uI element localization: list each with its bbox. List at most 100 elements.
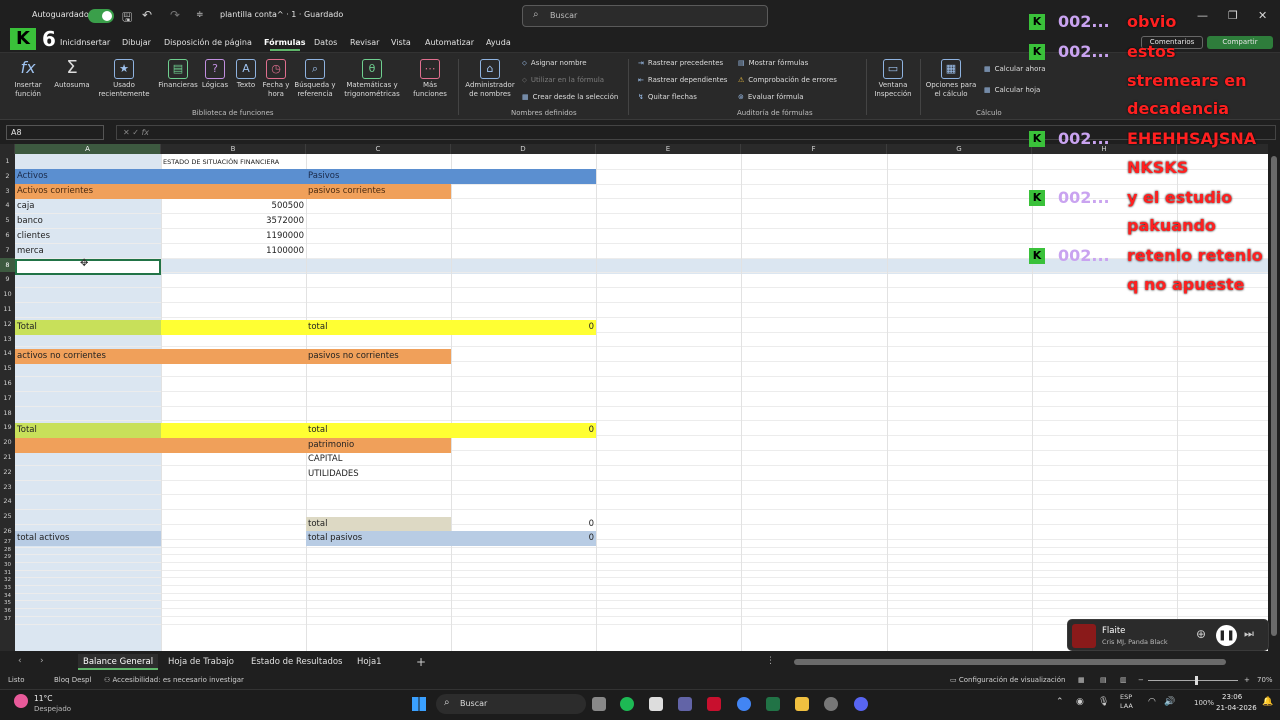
- row-header[interactable]: 12: [0, 317, 15, 332]
- sheet-tab-hoja1[interactable]: Hoja1: [352, 654, 387, 670]
- spotify-icon[interactable]: [620, 697, 634, 711]
- define-name-button[interactable]: ⬦ Asignar nombre: [522, 59, 587, 68]
- row-header[interactable]: 18: [0, 406, 15, 421]
- cell-c3[interactable]: pasivos corrientes: [306, 184, 451, 198]
- sheet-tab-estado-resultados[interactable]: Estado de Resultados: [246, 654, 347, 670]
- more-functions-button[interactable]: ⋯ Más funciones: [406, 53, 454, 99]
- row-header[interactable]: 21: [0, 450, 15, 465]
- cell-d12[interactable]: 0: [451, 320, 596, 334]
- recent-functions-button[interactable]: ★ Usado recientemente: [94, 53, 154, 99]
- row-header[interactable]: 17: [0, 391, 15, 406]
- row-header[interactable]: 32: [0, 577, 15, 585]
- tab-insertar[interactable]: Insertar: [79, 38, 110, 47]
- notification-bell-icon[interactable]: 🔔: [1262, 697, 1273, 707]
- row-header[interactable]: 14: [0, 346, 15, 361]
- autosum-button[interactable]: Σ Autosuma: [52, 53, 92, 90]
- tray-app-icon[interactable]: ◉: [1076, 697, 1084, 707]
- show-formulas-button[interactable]: ▤ Mostrar fórmulas: [738, 59, 808, 67]
- tab-dibujar[interactable]: Dibujar: [122, 38, 151, 47]
- volume-icon[interactable]: 🔊: [1164, 697, 1175, 707]
- cell-c22[interactable]: UTILIDADES: [306, 467, 451, 481]
- cell-c14[interactable]: pasivos no corrientes: [306, 349, 451, 363]
- col-header-c[interactable]: C: [306, 144, 451, 154]
- error-checking-button[interactable]: ⚠ Comprobación de errores: [738, 76, 837, 84]
- cell-a7[interactable]: merca: [15, 244, 161, 258]
- row-header[interactable]: 23: [0, 480, 15, 495]
- sheet-tab-hoja-trabajo[interactable]: Hoja de Trabajo: [163, 654, 239, 670]
- cell-a6[interactable]: clientes: [15, 229, 161, 243]
- row-header[interactable]: 31: [0, 570, 15, 578]
- cell-d26[interactable]: 0: [451, 531, 596, 545]
- share-button[interactable]: Compartir: [1207, 36, 1273, 49]
- cell-a5[interactable]: banco: [15, 214, 161, 228]
- row-header[interactable]: 30: [0, 562, 15, 570]
- pause-button[interactable]: ❚❚: [1216, 625, 1237, 646]
- col-header-e[interactable]: E: [596, 144, 741, 154]
- cell-c26[interactable]: total pasivos: [306, 531, 451, 545]
- row-header[interactable]: 27: [0, 539, 15, 547]
- zoom-slider[interactable]: [1148, 676, 1238, 685]
- row-header[interactable]: 19: [0, 420, 15, 435]
- insert-function-button[interactable]: fx Insertar función: [8, 53, 48, 99]
- tab-vista[interactable]: Vista: [391, 38, 411, 47]
- cell-c19[interactable]: total: [306, 423, 451, 437]
- name-box[interactable]: A8: [6, 125, 104, 140]
- watch-window-button[interactable]: ▭ Ventana Inspección: [870, 53, 916, 99]
- cell-b7[interactable]: 1100000: [161, 244, 306, 258]
- row-header[interactable]: 33: [0, 585, 15, 593]
- row-header[interactable]: 37: [0, 616, 15, 624]
- cell-a2[interactable]: Activos: [15, 169, 161, 183]
- row-header[interactable]: 8: [0, 257, 15, 273]
- financial-button[interactable]: ▤ Financieras: [156, 53, 200, 90]
- redo-icon[interactable]: ↷: [170, 8, 180, 22]
- zoom-out-icon[interactable]: −: [1138, 676, 1144, 684]
- tab-inicio[interactable]: Inicio: [60, 38, 81, 47]
- row-header[interactable]: 35: [0, 600, 15, 608]
- save-icon[interactable]: 🖫: [122, 8, 132, 29]
- row-header[interactable]: 34: [0, 593, 15, 601]
- windows-start-icon[interactable]: [412, 697, 426, 711]
- cell-b5[interactable]: 3572000: [161, 214, 306, 228]
- vertical-scroll-thumb[interactable]: [1271, 156, 1277, 636]
- zoom-level[interactable]: 70%: [1257, 676, 1273, 684]
- row-header[interactable]: 1: [0, 154, 15, 169]
- cell-a4[interactable]: caja: [15, 199, 161, 213]
- row-header[interactable]: 9: [0, 272, 15, 287]
- row-header[interactable]: 22: [0, 465, 15, 480]
- wifi-icon[interactable]: ◠: [1148, 697, 1156, 707]
- row-header[interactable]: 28: [0, 547, 15, 555]
- horizontal-scrollbar[interactable]: [786, 658, 1266, 666]
- row-header[interactable]: 24: [0, 494, 15, 509]
- vertical-scrollbar[interactable]: [1268, 144, 1280, 651]
- excel-icon[interactable]: [766, 697, 780, 711]
- tab-datos[interactable]: Datos: [314, 38, 337, 47]
- cell-d25[interactable]: 0: [451, 517, 596, 531]
- close-button[interactable]: ✕: [1258, 9, 1267, 22]
- sheet-tab-balance[interactable]: Balance General: [78, 654, 159, 670]
- row-header[interactable]: 16: [0, 376, 15, 391]
- autosave-toggle[interactable]: [88, 9, 114, 23]
- tab-ayuda[interactable]: Ayuda: [486, 38, 511, 47]
- page-break-icon[interactable]: ▥: [1120, 676, 1127, 684]
- file-name[interactable]: plantilla conta^ · 1 · Guardado: [220, 10, 343, 19]
- tab-automatizar[interactable]: Automatizar: [425, 38, 474, 47]
- row-header[interactable]: 11: [0, 302, 15, 317]
- zoom-slider-thumb[interactable]: [1195, 676, 1198, 685]
- row-header[interactable]: 10: [0, 287, 15, 302]
- datetime-button[interactable]: ◷ Fecha y hora: [260, 53, 292, 99]
- calculate-sheet-button[interactable]: ▦ Calcular hoja: [984, 86, 1040, 94]
- clock-date[interactable]: 21-04-2026: [1216, 704, 1257, 712]
- search-box[interactable]: ⌕ Buscar: [522, 5, 768, 27]
- cell-d19[interactable]: 0: [451, 423, 596, 437]
- calc-options-button[interactable]: ▦ Opciones para el cálculo: [924, 53, 978, 99]
- plus-icon[interactable]: ⊕: [1196, 627, 1206, 641]
- prev-sheet-icon[interactable]: ‹: [18, 656, 22, 666]
- calculate-now-button[interactable]: ▦ Calcular ahora: [984, 65, 1046, 73]
- normal-view-icon[interactable]: ▦: [1078, 676, 1085, 684]
- row-header[interactable]: 13: [0, 332, 15, 347]
- trace-precedents-button[interactable]: ⇥ Rastrear precedentes: [638, 59, 723, 67]
- customize-icon[interactable]: ≑: [196, 10, 204, 20]
- chrome-icon[interactable]: [737, 697, 751, 711]
- lookup-button[interactable]: ⌕ Búsqueda y referencia: [292, 53, 338, 99]
- tray-chevron-icon[interactable]: ⌃: [1056, 697, 1064, 707]
